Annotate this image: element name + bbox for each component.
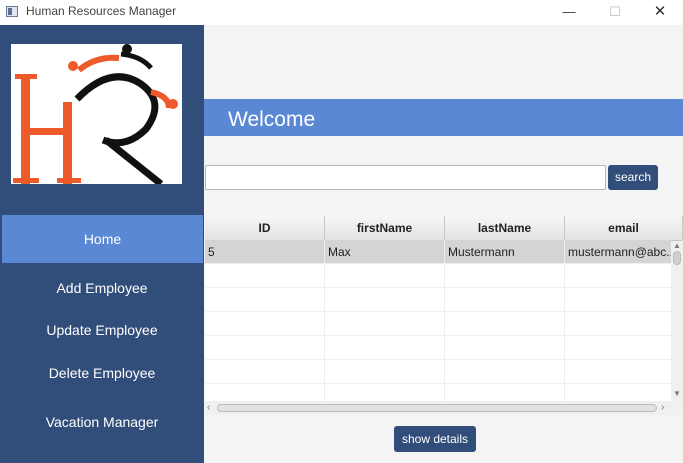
chevron-down-icon[interactable]: ▼ (671, 389, 683, 398)
empty-row (205, 312, 683, 336)
show-details-button[interactable]: show details (394, 426, 476, 452)
scrollbar-corner (671, 401, 683, 415)
vertical-scroll-thumb[interactable] (673, 251, 681, 265)
minimize-button[interactable]: — (546, 0, 592, 25)
empty-row (205, 288, 683, 312)
hr-logo (11, 44, 182, 184)
column-header-lastname[interactable]: lastName (445, 216, 565, 240)
sidebar-item-delete-employee[interactable]: Delete Employee (0, 351, 204, 395)
cell-email: mustermann@abc... (565, 240, 683, 264)
close-button[interactable]: ✕ (637, 0, 683, 25)
app-icon (6, 6, 18, 17)
title-bar: Human Resources Manager — ☐ ✕ (0, 0, 683, 25)
search-input[interactable] (205, 165, 606, 190)
sidebar-item-add-employee[interactable]: Add Employee (0, 266, 204, 310)
window-title: Human Resources Manager (26, 4, 177, 18)
cell-id: 5 (205, 240, 325, 264)
sidebar-item-vacation-manager[interactable]: Vacation Manager (0, 400, 204, 444)
welcome-banner: Welcome (204, 99, 683, 136)
table-header: ID firstName lastName email (205, 216, 683, 241)
horizontal-scroll-thumb[interactable] (217, 404, 657, 412)
table-row[interactable]: 5 Max Mustermann mustermann@abc... (205, 240, 683, 264)
search-button[interactable]: search (608, 165, 658, 190)
empty-row (205, 264, 683, 288)
empty-row (205, 360, 683, 384)
column-header-email[interactable]: email (565, 216, 683, 240)
chevron-left-icon[interactable]: ‹ (207, 401, 210, 415)
chevron-up-icon[interactable]: ▲ (671, 241, 683, 250)
vertical-scrollbar[interactable]: ▲ ▼ (671, 241, 683, 401)
column-header-id[interactable]: ID (205, 216, 325, 240)
maximize-button[interactable]: ☐ (592, 0, 638, 25)
employee-table: ID firstName lastName email 5 Max Muster… (205, 216, 683, 415)
horizontal-scrollbar[interactable]: ‹ › (205, 401, 671, 415)
sidebar-item-update-employee[interactable]: Update Employee (0, 308, 204, 352)
page-title: Welcome (228, 108, 316, 131)
cell-firstname: Max (325, 240, 445, 264)
cell-lastname: Mustermann (445, 240, 565, 264)
sidebar-item-home[interactable]: Home (2, 215, 203, 263)
column-header-firstname[interactable]: firstName (325, 216, 445, 240)
sidebar: Home Add Employee Update Employee Delete… (0, 25, 204, 463)
empty-row (205, 336, 683, 360)
hr-logo-icon (13, 44, 178, 184)
chevron-right-icon[interactable]: › (661, 401, 664, 415)
